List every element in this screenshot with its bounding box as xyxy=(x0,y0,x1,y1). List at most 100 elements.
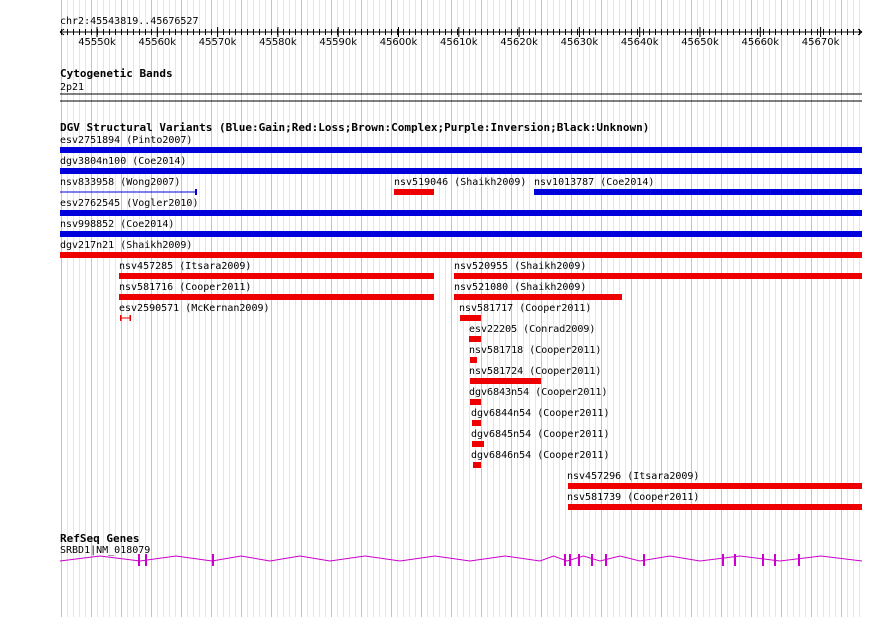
dgv-feature[interactable]: nsv581724 (Cooper2011) xyxy=(469,366,601,384)
dgv-feature-label: nsv581716 (Cooper2011) xyxy=(119,282,251,293)
dgv-feature[interactable]: nsv519046 (Shaikh2009) xyxy=(394,177,526,195)
refseq-exon[interactable] xyxy=(145,554,147,566)
dgv-feature-end xyxy=(129,315,131,321)
dgv-feature-label: nsv457285 (Itsara2009) xyxy=(119,261,251,272)
refseq-exon[interactable] xyxy=(564,554,566,566)
ruler-tick-label: 45610k xyxy=(440,37,478,48)
refseq-gene-label: SRBD1|NM_018079 xyxy=(60,545,150,556)
ruler-tick-label: 45670k xyxy=(802,37,840,48)
dgv-feature[interactable]: nsv998852 (Coe2014) xyxy=(60,219,862,237)
ruler-tick-label: 45560k xyxy=(138,37,176,48)
genome-browser-canvas: chr2:45543819..45676527 45550k 45560k 4557… xyxy=(59,0,863,617)
refseq-exon[interactable] xyxy=(774,554,776,566)
dgv-feature-bar[interactable] xyxy=(469,336,481,342)
dgv-feature-bar[interactable] xyxy=(470,378,541,384)
dgv-feature-bar[interactable] xyxy=(60,168,862,174)
refseq-exon[interactable] xyxy=(798,554,800,566)
dgv-feature-bar[interactable] xyxy=(534,189,862,195)
cytoband-track[interactable]: Cytogenetic Bands 2p21 xyxy=(60,67,862,102)
ruler: chr2:45543819..45676527 45550k 45560k 4557… xyxy=(59,16,863,48)
dgv-feature-bar[interactable] xyxy=(454,273,862,279)
ruler-tick-label: 45620k xyxy=(500,37,538,48)
position-label: chr2:45543819..45676527 xyxy=(60,16,198,27)
dgv-feature[interactable]: nsv457285 (Itsara2009) xyxy=(119,261,434,279)
dgv-feature-bar[interactable] xyxy=(60,252,862,258)
refseq-gene-model[interactable] xyxy=(59,554,863,566)
dgv-feature-bar[interactable] xyxy=(470,357,477,363)
dgv-feature-label: dgv6845n54 (Cooper2011) xyxy=(471,429,609,440)
dgv-feature-bar[interactable] xyxy=(394,189,434,195)
dgv-feature-label: dgv217n21 (Shaikh2009) xyxy=(60,240,192,251)
cytoband-label: 2p21 xyxy=(60,82,84,93)
dgv-feature-bar[interactable] xyxy=(119,294,434,300)
dgv-feature-label: dgv3804n100 (Coe2014) xyxy=(60,156,186,167)
dgv-feature[interactable]: dgv6846n54 (Cooper2011) xyxy=(471,450,609,468)
ruler-tick-label: 45580k xyxy=(259,37,297,48)
ruler-tick-label: 45600k xyxy=(380,37,418,48)
dgv-features[interactable]: esv2751894 (Pinto2007) dgv3804n100 (Coe20… xyxy=(60,135,862,510)
dgv-feature[interactable]: nsv833958 (Wong2007) xyxy=(60,177,197,195)
dgv-feature-label: nsv581718 (Cooper2011) xyxy=(469,345,601,356)
dgv-feature-label: nsv1013787 (Coe2014) xyxy=(534,177,654,188)
dgv-feature[interactable]: esv2751894 (Pinto2007) xyxy=(60,135,862,153)
dgv-feature-bar[interactable] xyxy=(454,294,622,300)
dgv-feature[interactable]: esv2762545 (Vogler2010) xyxy=(60,198,862,216)
dgv-feature-bar[interactable] xyxy=(60,210,862,216)
dgv-feature-label: nsv998852 (Coe2014) xyxy=(60,219,174,230)
dgv-feature-label: nsv581717 (Cooper2011) xyxy=(459,303,591,314)
dgv-feature-label: nsv519046 (Shaikh2009) xyxy=(394,177,526,188)
refseq-track[interactable]: RefSeq Genes SRBD1|NM_018079 xyxy=(59,532,863,566)
dgv-feature-label: nsv833958 (Wong2007) xyxy=(60,177,180,188)
refseq-exon[interactable] xyxy=(734,554,736,566)
dgv-feature[interactable]: dgv6844n54 (Cooper2011) xyxy=(471,408,609,426)
refseq-exon[interactable] xyxy=(762,554,764,566)
dgv-feature-bar[interactable] xyxy=(60,231,862,237)
dgv-feature[interactable]: esv2590571 (McKernan2009) xyxy=(119,303,270,321)
dgv-feature-bar[interactable] xyxy=(473,462,481,468)
dgv-track-title: DGV Structural Variants (Blue:Gain;Red:L… xyxy=(60,121,649,134)
ruler-tick-label: 45650k xyxy=(681,37,719,48)
dgv-feature-bar[interactable] xyxy=(472,441,484,447)
dgv-feature-label: esv2751894 (Pinto2007) xyxy=(60,135,192,146)
refseq-exon[interactable] xyxy=(578,554,580,566)
dgv-feature-label: esv2762545 (Vogler2010) xyxy=(60,198,198,209)
dgv-feature[interactable]: dgv217n21 (Shaikh2009) xyxy=(60,240,862,258)
refseq-exon[interactable] xyxy=(643,554,645,566)
dgv-feature[interactable]: nsv521080 (Shaikh2009) xyxy=(454,282,622,300)
dgv-feature[interactable]: nsv581716 (Cooper2011) xyxy=(119,282,434,300)
dgv-feature-label: nsv521080 (Shaikh2009) xyxy=(454,282,586,293)
dgv-feature[interactable]: dgv6845n54 (Cooper2011) xyxy=(471,429,609,447)
dgv-feature[interactable]: nsv520955 (Shaikh2009) xyxy=(454,261,862,279)
ruler-tick-label: 45570k xyxy=(199,37,237,48)
dgv-feature-bar[interactable] xyxy=(470,399,481,405)
dgv-feature-label: dgv6846n54 (Cooper2011) xyxy=(471,450,609,461)
dgv-feature-bar[interactable] xyxy=(568,483,862,489)
ruler-tick-label: 45640k xyxy=(621,37,659,48)
refseq-exon[interactable] xyxy=(138,554,140,566)
dgv-feature-label: nsv520955 (Shaikh2009) xyxy=(454,261,586,272)
dgv-feature[interactable]: dgv6843n54 (Cooper2011) xyxy=(469,387,607,405)
dgv-feature-label: nsv581739 (Cooper2011) xyxy=(567,492,699,503)
dgv-feature-label: nsv457296 (Itsara2009) xyxy=(567,471,699,482)
genome-browser: chr2:45543819..45676527 45550k 45560k 4557… xyxy=(0,0,890,617)
dgv-feature-end xyxy=(195,189,197,195)
dgv-feature-bar[interactable] xyxy=(460,315,481,321)
dgv-feature-bar[interactable] xyxy=(60,147,862,153)
refseq-exon[interactable] xyxy=(722,554,724,566)
refseq-track-title: RefSeq Genes xyxy=(60,532,139,545)
dgv-feature-label: dgv6843n54 (Cooper2011) xyxy=(469,387,607,398)
ruler-tick-label: 45550k xyxy=(78,37,116,48)
dgv-feature-end xyxy=(120,315,122,321)
dgv-feature-bar[interactable] xyxy=(119,273,434,279)
refseq-exon[interactable] xyxy=(591,554,593,566)
dgv-feature-bar[interactable] xyxy=(472,420,481,426)
dgv-track[interactable]: DGV Structural Variants (Blue:Gain;Red:L… xyxy=(60,121,862,510)
refseq-exon[interactable] xyxy=(212,554,214,566)
dgv-feature-bar[interactable] xyxy=(568,504,862,510)
refseq-exon[interactable] xyxy=(569,554,571,566)
dgv-feature-label: nsv581724 (Cooper2011) xyxy=(469,366,601,377)
refseq-exon[interactable] xyxy=(605,554,607,566)
dgv-feature[interactable]: dgv3804n100 (Coe2014) xyxy=(60,156,862,174)
ruler-tick-label: 45660k xyxy=(741,37,779,48)
ruler-tick-label: 45590k xyxy=(319,37,357,48)
